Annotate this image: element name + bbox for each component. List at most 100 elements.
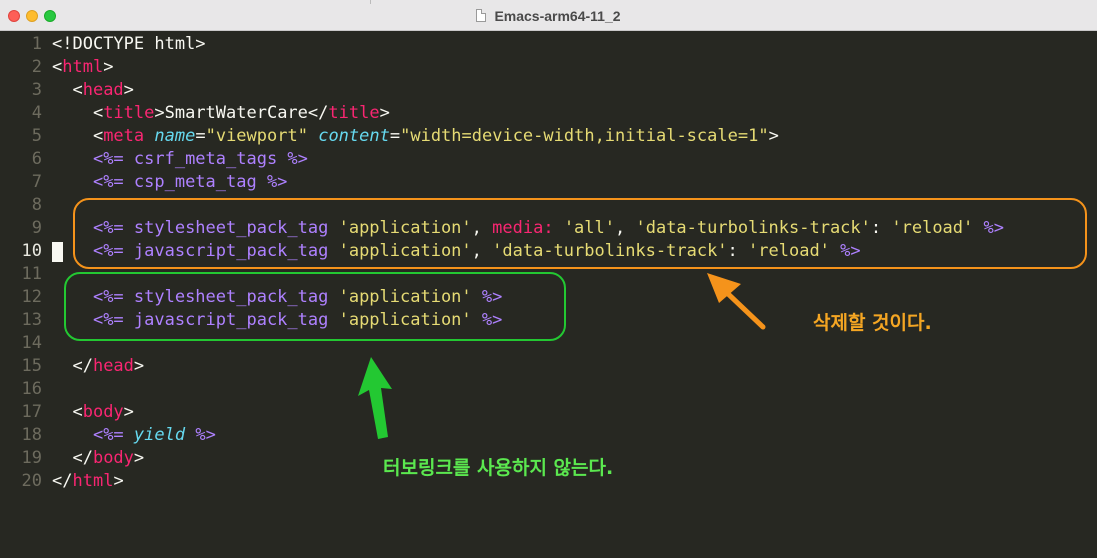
line-number: 20 — [21, 471, 42, 491]
code-line[interactable]: 14 — [0, 332, 42, 355]
code-token: yield — [133, 425, 186, 445]
code-token: = — [195, 126, 206, 146]
code-token: > — [113, 471, 124, 491]
window-title-area: Emacs-arm64-11_2 — [0, 0, 1097, 31]
code-text: <%= csrf_meta_tags %> — [52, 148, 308, 171]
code-token: < — [52, 402, 83, 422]
code-token: > — [133, 356, 145, 376]
code-text: </head> — [52, 355, 144, 378]
code-token: < — [52, 57, 63, 77]
code-token: name — [154, 126, 196, 146]
code-line[interactable]: 5 <meta name="viewport" content="width=d… — [0, 125, 779, 148]
line-number: 5 — [31, 126, 42, 146]
code-token: content — [318, 126, 390, 146]
code-text: <%= yield %> — [52, 424, 216, 447]
code-token: "width=device-width,initial-scale=1" — [400, 126, 769, 146]
line-number: 4 — [31, 103, 42, 123]
code-line[interactable]: 11 — [0, 263, 42, 286]
code-token: %> — [185, 425, 216, 445]
code-line[interactable]: 6 <%= csrf_meta_tags %> — [0, 148, 308, 171]
code-line[interactable]: 7 <%= csp_meta_tag %> — [0, 171, 288, 194]
code-token: > — [123, 80, 134, 100]
code-text: <%= csp_meta_tag %> — [52, 171, 287, 194]
code-text: <meta name="viewport" content="width=dev… — [52, 125, 779, 148]
green-annotation-text: 터보링크를 사용하지 않는다. — [383, 457, 614, 479]
code-token: "viewport" — [205, 126, 308, 146]
code-token: <%= csrf_meta_tags %> — [92, 149, 308, 169]
line-number: 9 — [31, 218, 42, 238]
code-line[interactable]: 4 <title>SmartWaterCare</title> — [0, 102, 390, 125]
code-token: > — [123, 402, 134, 422]
code-token: head — [92, 356, 134, 376]
code-line[interactable]: 10 <%= javascript_pack_tag 'application'… — [0, 240, 861, 263]
orange-annotation-text: 삭제할 것이다. — [813, 312, 932, 334]
code-token: <%= — [92, 425, 134, 445]
code-token: > — [379, 103, 390, 123]
code-line[interactable]: 2 <html> — [0, 56, 114, 79]
code-token: > — [768, 126, 779, 146]
code-token: </ — [52, 448, 93, 468]
line-number: 1 — [31, 34, 42, 54]
code-token: < — [52, 126, 104, 146]
highlight-box-orange — [73, 198, 1087, 269]
line-number: 11 — [21, 264, 42, 284]
title-bar: Emacs-arm64-11_2 — [0, 0, 1097, 31]
code-text: </body> — [52, 447, 144, 470]
line-number: 12 — [21, 287, 42, 307]
code-line[interactable]: 12 <%= stylesheet_pack_tag 'application'… — [0, 286, 503, 309]
code-line[interactable]: 13 <%= javascript_pack_tag 'application'… — [0, 309, 503, 332]
line-number: 8 — [31, 195, 42, 215]
line-number: 14 — [21, 333, 42, 353]
highlight-box-green — [64, 272, 566, 341]
code-token: <!DOCTYPE html> — [52, 34, 206, 54]
code-token: <%= csp_meta_tag %> — [92, 172, 288, 192]
code-text: <html> — [52, 56, 113, 79]
code-line[interactable]: 3 <head> — [0, 79, 134, 102]
line-number: 13 — [21, 310, 42, 330]
code-token: < — [52, 80, 83, 100]
code-text: <body> — [52, 401, 134, 424]
code-text: <title>SmartWaterCare</title> — [52, 102, 390, 125]
code-line[interactable]: 1 <!DOCTYPE html> — [0, 33, 206, 56]
line-number: 6 — [31, 149, 42, 169]
code-token: = — [389, 126, 401, 146]
code-token: title — [328, 103, 380, 123]
line-number: 17 — [21, 402, 42, 422]
code-token: < — [52, 103, 104, 123]
code-text: <!DOCTYPE html> — [52, 33, 206, 56]
code-token: </ — [52, 471, 73, 491]
code-line[interactable]: 9 <%= stylesheet_pack_tag 'application',… — [0, 217, 1004, 240]
code-token: </ — [52, 356, 93, 376]
line-number: 19 — [21, 448, 42, 468]
code-token: meta — [103, 126, 145, 146]
code-token: >SmartWaterCare</ — [154, 103, 329, 123]
code-line[interactable]: 19 </body> — [0, 447, 145, 470]
line-number: 15 — [21, 356, 42, 376]
line-number: 3 — [31, 80, 42, 100]
code-token: title — [103, 103, 155, 123]
code-line[interactable]: 17 <body> — [0, 401, 134, 424]
code-token: body — [82, 402, 124, 422]
code-token: > — [103, 57, 114, 77]
code-token: html — [62, 57, 104, 77]
code-token: head — [82, 80, 124, 100]
window-title: Emacs-arm64-11_2 — [494, 7, 621, 24]
code-text: <head> — [52, 79, 134, 102]
code-line[interactable]: 8 — [0, 194, 42, 217]
line-number: 10 — [21, 241, 42, 261]
code-line[interactable]: 20 </html> — [0, 470, 124, 493]
code-token: html — [72, 471, 114, 491]
document-icon — [476, 9, 487, 22]
line-number: 2 — [31, 57, 42, 77]
line-number: 7 — [31, 172, 42, 192]
line-number: 18 — [21, 425, 42, 445]
code-token: body — [92, 448, 134, 468]
code-line[interactable]: 15 </head> — [0, 355, 145, 378]
code-text: </html> — [52, 470, 124, 493]
code-line[interactable]: 18 <%= yield %> — [0, 424, 216, 447]
code-line[interactable]: 16 — [0, 378, 42, 401]
